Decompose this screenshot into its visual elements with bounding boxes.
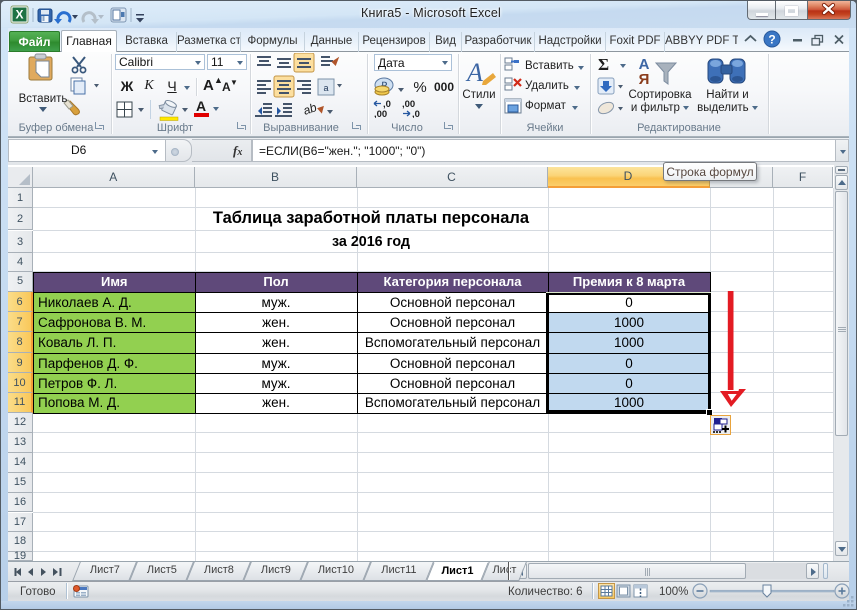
svg-text:A: A [465,58,483,87]
svg-text:,0: ,0 [412,109,420,118]
svg-text:%: % [413,79,426,96]
svg-text:ab: ab [301,100,319,118]
svg-text:000: 000 [434,80,454,94]
svg-text:a: a [323,83,328,93]
svg-text:,00: ,00 [374,109,387,118]
svg-text:?: ? [768,33,775,47]
svg-text:X: X [15,8,23,22]
svg-text:Я: Я [639,71,650,87]
